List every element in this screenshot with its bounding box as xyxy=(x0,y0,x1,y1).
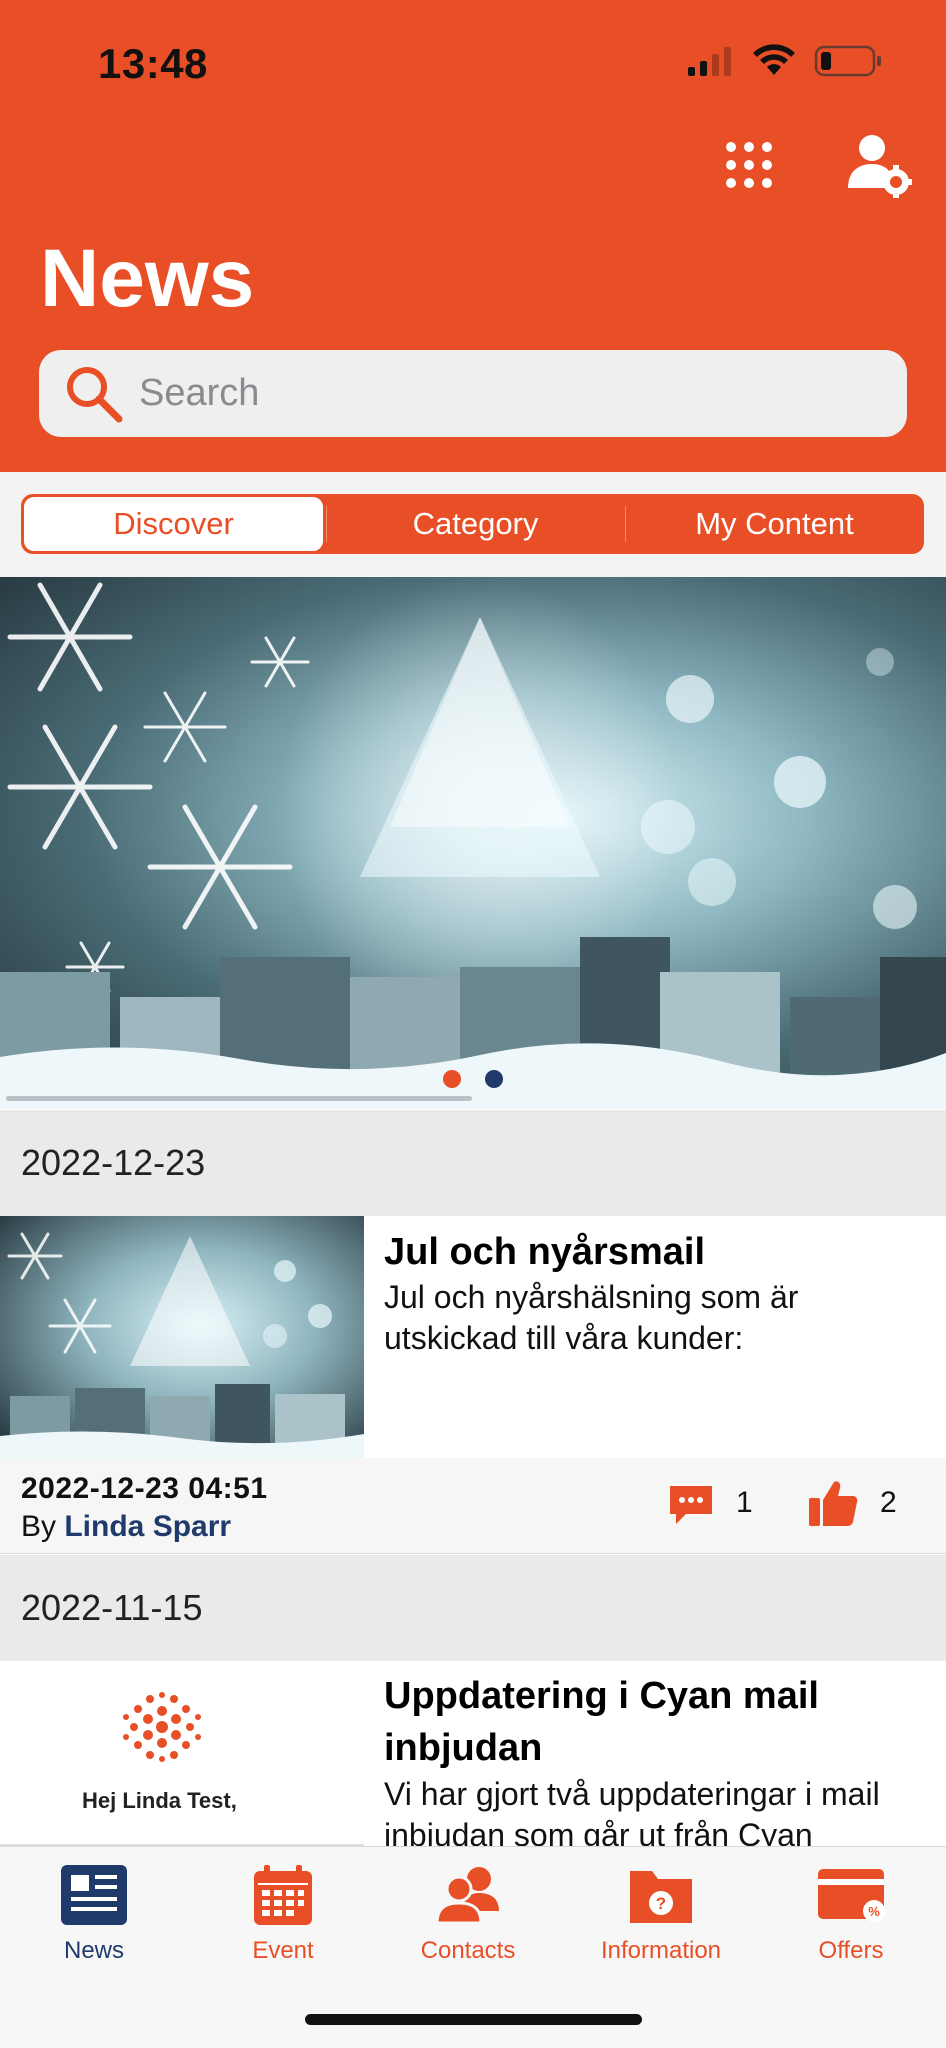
comment-icon[interactable] xyxy=(668,1482,714,1528)
apps-grid-icon[interactable] xyxy=(724,140,774,190)
tab-category[interactable]: Category xyxy=(326,494,625,554)
segment-container: Discover Category My Content xyxy=(0,472,946,577)
page-title: News xyxy=(40,233,255,324)
newspaper-icon xyxy=(61,1865,127,1925)
svg-text:?: ? xyxy=(656,1894,666,1913)
horizontal-scrollbar[interactable] xyxy=(6,1096,472,1101)
author-name[interactable]: Linda Sparr xyxy=(64,1510,231,1543)
christmas-thumbnail-image xyxy=(0,1216,364,1458)
tabbar-item-contacts[interactable]: Contacts xyxy=(378,1863,558,1965)
status-time: 13:48 xyxy=(98,40,208,87)
thumbs-up-icon[interactable] xyxy=(808,1478,858,1528)
tab-discover[interactable]: Discover xyxy=(24,497,323,551)
article-byline: By Linda Sparr xyxy=(21,1510,231,1544)
segmented-control: Discover Category My Content xyxy=(21,494,924,554)
carousel-indicator[interactable] xyxy=(0,1070,946,1088)
search-bar[interactable] xyxy=(39,350,907,437)
section-date-header: 2022-12-23 xyxy=(0,1110,946,1216)
tab-label: Information xyxy=(600,1937,722,1964)
christmas-banner-image xyxy=(0,577,946,1109)
svg-text:%: % xyxy=(868,1904,880,1919)
folder-question-icon: ? xyxy=(630,1871,692,1923)
calendar-icon xyxy=(254,1865,312,1925)
tabbar-item-news[interactable]: News xyxy=(4,1863,184,1965)
thumbnail-greeting-text: Hej Linda Test, xyxy=(82,1788,237,1813)
like-count: 2 xyxy=(880,1486,897,1519)
article-thumbnail[interactable] xyxy=(0,1661,364,1846)
tab-label: News xyxy=(63,1937,124,1964)
tab-label: Offers xyxy=(818,1937,884,1964)
byline-label: By xyxy=(21,1510,57,1543)
tab-label: Contacts xyxy=(420,1937,516,1964)
discount-card-icon: % xyxy=(818,1869,885,1922)
article-description: Vi har gjort två uppdateringar i mail in… xyxy=(384,1776,880,1846)
tab-my-content[interactable]: My Content xyxy=(625,494,924,554)
article-description: Jul och nyårshälsning som är utskickad t… xyxy=(384,1279,799,1356)
article-timestamp: 2022-12-23 04:51 xyxy=(21,1472,268,1505)
tabbar-item-event[interactable]: Event xyxy=(193,1863,373,1965)
carousel-dot-active[interactable] xyxy=(443,1070,461,1088)
comment-count: 1 xyxy=(736,1486,753,1519)
carousel-dot[interactable] xyxy=(485,1070,503,1088)
article-title[interactable]: Uppdatering i Cyan mail inbjudan xyxy=(384,1670,924,1774)
tabbar-item-offers[interactable]: % Offers xyxy=(761,1863,941,1965)
status-icons xyxy=(686,44,884,78)
article-meta-bar: 2022-12-23 04:51 By Linda Sparr 1 2 xyxy=(0,1458,946,1554)
cyan-logo-thumbnail xyxy=(0,1692,364,1846)
home-indicator[interactable] xyxy=(305,2014,642,2025)
contacts-icon xyxy=(435,1867,499,1925)
search-input[interactable] xyxy=(139,372,879,415)
battery-low-icon xyxy=(814,45,881,77)
tabbar-item-information[interactable]: ? Information xyxy=(571,1863,751,1965)
article-title[interactable]: Jul och nyårsmail xyxy=(384,1226,924,1278)
tab-label: Event xyxy=(252,1937,314,1964)
cellular-signal-icon xyxy=(688,47,731,76)
article-thumbnail[interactable] xyxy=(0,1216,364,1458)
user-settings-icon[interactable] xyxy=(846,132,912,198)
app-header: 13:48 News Search xyxy=(0,0,946,472)
search-icon xyxy=(67,366,123,422)
featured-banner[interactable] xyxy=(0,577,946,1109)
section-date-header: 2022-11-15 xyxy=(0,1555,946,1661)
wifi-icon xyxy=(753,44,795,75)
